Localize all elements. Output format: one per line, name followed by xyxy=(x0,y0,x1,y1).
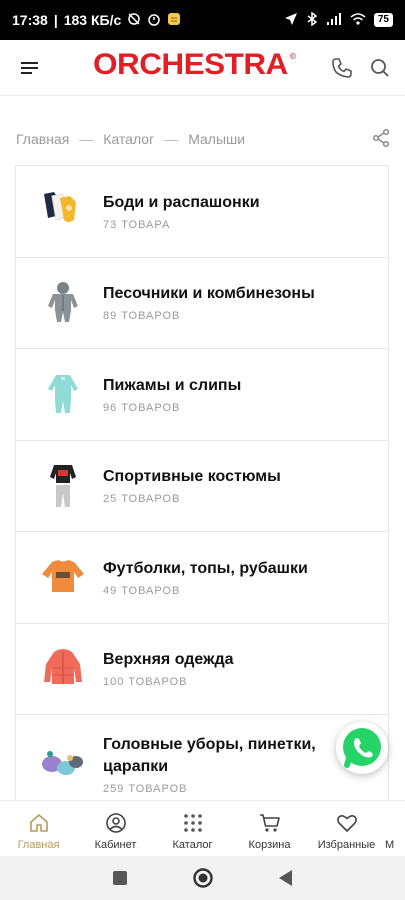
home-icon xyxy=(29,814,48,832)
category-name: Спортивные костюмы xyxy=(103,468,281,486)
category-name: Футболки, топы, рубашки xyxy=(103,559,308,577)
breadcrumb-current: Малыши xyxy=(188,131,246,147)
nav-more-partial[interactable]: М xyxy=(385,801,405,856)
category-name: Верхняя одежда xyxy=(103,651,234,669)
category-thumbnail-sleepsuits xyxy=(38,369,88,419)
category-count: 73 ТОВАРА xyxy=(103,218,171,231)
home-circle-icon[interactable] xyxy=(192,867,214,889)
category-thumbnail-rompers xyxy=(38,278,88,328)
nav-catalog[interactable]: Каталог xyxy=(154,801,231,856)
nav-home[interactable]: Главная xyxy=(0,801,77,856)
nav-catalog-label: Каталог xyxy=(172,839,213,851)
location-icon xyxy=(284,12,298,29)
category-item[interactable]: Песочники и комбинезоны 89 ТОВАРОВ xyxy=(16,258,388,349)
category-count: 49 ТОВАРОВ xyxy=(103,584,181,597)
brand-name: ORCHESTRA xyxy=(93,48,288,81)
nav-account[interactable]: Кабинет xyxy=(77,801,154,856)
breadcrumb-catalog[interactable]: Каталог xyxy=(103,131,154,147)
category-name: Головные уборы, пинетки, царапки xyxy=(103,736,316,775)
share-icon[interactable] xyxy=(371,128,391,148)
whatsapp-icon xyxy=(343,728,381,768)
category-item[interactable]: Футболки, топы, рубашки 49 ТОВАРОВ xyxy=(16,532,388,624)
category-thumbnail-sport-suits xyxy=(38,461,88,511)
category-count: 259 ТОВАРОВ xyxy=(103,783,188,795)
category-list: Боди и распашонки 73 ТОВАРА Песочники и … xyxy=(15,165,389,815)
category-thumbnail-outerwear xyxy=(38,644,88,694)
whatsapp-button[interactable] xyxy=(336,722,388,774)
breadcrumb-home[interactable]: Главная xyxy=(16,131,69,147)
bottom-navigation: Главная Кабинет Каталог Корзина Избранны… xyxy=(0,800,405,856)
category-count: 25 ТОВАРОВ xyxy=(103,493,181,506)
breadcrumb-separator: — xyxy=(79,131,94,147)
category-count: 89 ТОВАРОВ xyxy=(103,310,181,323)
brand-mark: © xyxy=(289,52,296,61)
battery-indicator: 75 xyxy=(373,13,393,27)
status-bar: 17:38 | 183 КБ/с 75 xyxy=(0,0,405,40)
phone-icon[interactable] xyxy=(330,56,354,80)
back-icon[interactable] xyxy=(278,869,294,887)
bluetooth-icon xyxy=(306,11,318,29)
brand-logo[interactable]: ORCHESTRA © xyxy=(93,48,296,82)
status-time: 17:38 xyxy=(12,12,48,28)
nav-favorites-label: Избранные xyxy=(317,839,376,851)
hamburger-icon[interactable] xyxy=(18,56,42,80)
category-thumbnail-tshirts xyxy=(38,552,88,602)
nav-more-label: М xyxy=(385,839,395,851)
nav-home-label: Главная xyxy=(17,839,60,851)
category-name: Пижамы и слипы xyxy=(103,376,242,394)
wifi-icon xyxy=(350,12,366,29)
cart-icon xyxy=(259,814,280,832)
category-thumbnail-bodysuits xyxy=(38,186,88,236)
recent-apps-icon[interactable] xyxy=(112,870,128,886)
category-name: Песочники и комбинезоны xyxy=(103,285,315,303)
signal-icon xyxy=(326,12,342,29)
category-thumbnail-headwear xyxy=(38,740,88,790)
nav-cart[interactable]: Корзина xyxy=(231,801,308,856)
nav-cart-label: Корзина xyxy=(248,839,291,851)
search-icon[interactable] xyxy=(368,56,392,80)
category-count: 100 ТОВАРОВ xyxy=(103,676,188,689)
category-name: Боди и распашонки xyxy=(103,193,260,211)
sync-off-icon xyxy=(127,12,141,29)
grid-dots-icon xyxy=(183,814,202,832)
category-item[interactable]: Спортивные костюмы 25 ТОВАРОВ xyxy=(16,441,388,532)
breadcrumb-separator: — xyxy=(164,131,179,147)
nav-favorites[interactable]: Избранные xyxy=(308,801,385,856)
nav-account-label: Кабинет xyxy=(94,839,137,851)
heart-icon xyxy=(336,815,357,832)
category-count: 96 ТОВАРОВ xyxy=(103,401,181,414)
category-item[interactable]: Боди и распашонки 73 ТОВАРА xyxy=(16,166,388,258)
category-item[interactable]: Пижамы и слипы 96 ТОВАРОВ xyxy=(16,349,388,441)
status-net-speed: 183 КБ/с xyxy=(63,12,122,28)
app-header: ORCHESTRA © xyxy=(0,40,405,96)
system-navigation-bar xyxy=(0,856,405,900)
notes-app-icon xyxy=(167,12,181,29)
breadcrumb: Главная — Каталог — Малыши xyxy=(16,128,391,150)
account-icon xyxy=(105,813,126,833)
alarm-icon xyxy=(147,12,161,29)
category-item[interactable]: Верхняя одежда 100 ТОВАРОВ xyxy=(16,624,388,715)
